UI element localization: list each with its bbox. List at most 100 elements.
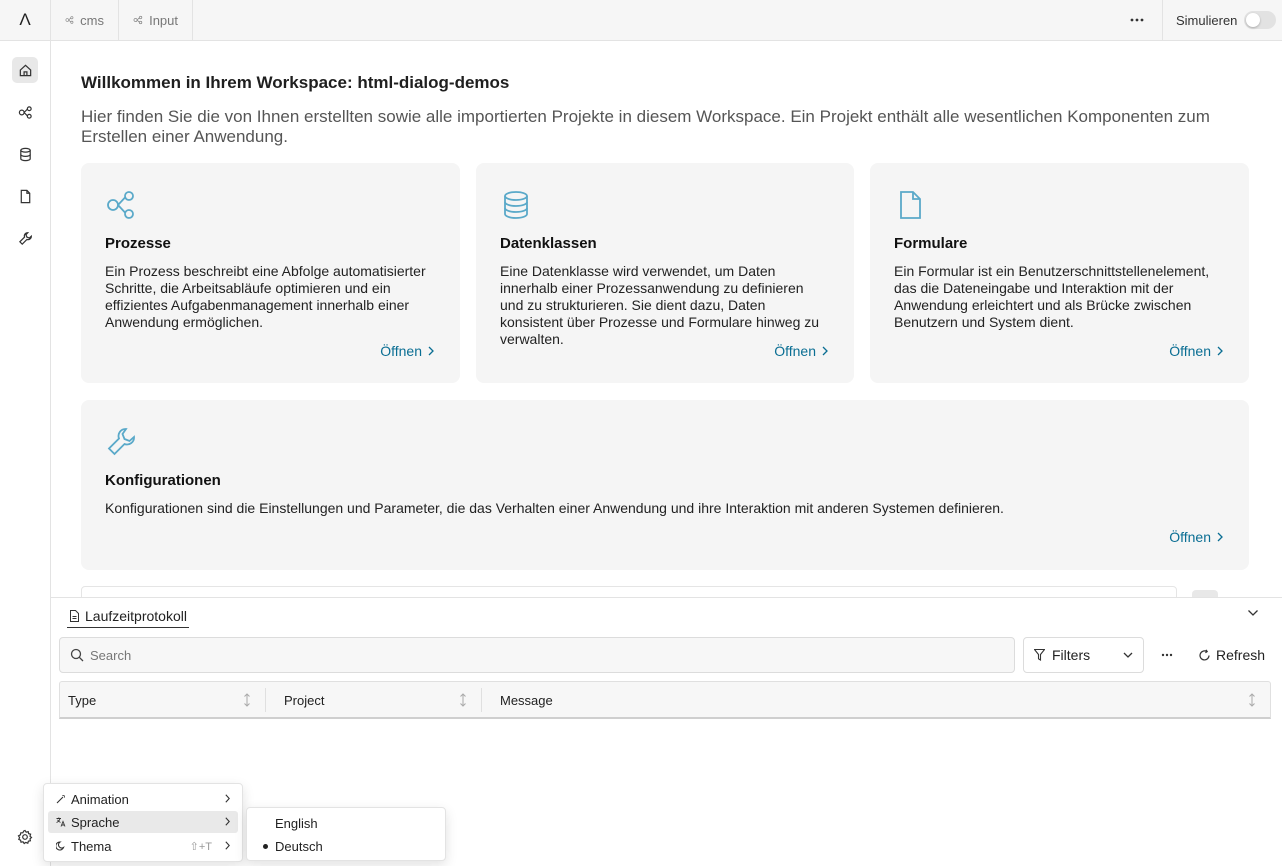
project-list-edge xyxy=(81,586,1177,597)
panel-more-button[interactable] xyxy=(1156,647,1178,663)
tab-runtime-log[interactable]: Laufzeitprotokoll xyxy=(67,604,189,628)
open-label: Öffnen xyxy=(1169,529,1211,545)
menu-item-language[interactable]: Sprache xyxy=(48,811,238,833)
flow-icon xyxy=(107,191,134,219)
option-label: English xyxy=(275,815,318,831)
flow-icon xyxy=(65,16,74,24)
toggle-knob xyxy=(1246,13,1260,27)
card-title: Formulare xyxy=(894,235,968,252)
project-list-button-edge xyxy=(1192,590,1218,597)
sort-icon xyxy=(244,693,250,707)
menu-item-label: Sprache xyxy=(71,814,120,830)
document-icon xyxy=(70,609,79,622)
open-label: Öffnen xyxy=(774,343,816,359)
flow-icon xyxy=(133,15,143,25)
card-description: Konfigurationen sind die Einstellungen u… xyxy=(105,500,1004,516)
chevron-right-icon xyxy=(1217,346,1223,356)
shortcut-hint: ⇧+T xyxy=(189,840,212,853)
refresh-label: Refresh xyxy=(1216,647,1266,663)
ellipsis-icon xyxy=(1161,653,1173,657)
search-input[interactable] xyxy=(90,647,990,663)
card-title: Prozesse xyxy=(105,235,171,252)
card-description: Ein Formular ist ein Benutzerschnittstel… xyxy=(894,263,1210,330)
gear-icon[interactable] xyxy=(17,829,33,845)
open-label: Öffnen xyxy=(1169,343,1211,359)
logo-glyph: Λ xyxy=(19,10,31,29)
chevron-down-icon xyxy=(1123,652,1133,658)
sidebar-item-home[interactable] xyxy=(12,57,38,83)
chevron-right-icon xyxy=(428,346,434,356)
tab-label: cms xyxy=(80,12,104,28)
language-option-english[interactable]: English xyxy=(251,812,441,834)
filter-icon xyxy=(1034,649,1045,661)
open-link[interactable]: Öffnen xyxy=(774,343,828,359)
more-options-button[interactable] xyxy=(1122,10,1152,30)
column-label: Type xyxy=(68,692,97,708)
card-forms: Formulare Ein Formular ist ein Benutzers… xyxy=(870,163,1249,383)
language-submenu: English Deutsch xyxy=(246,807,446,861)
wand-icon xyxy=(56,795,65,804)
search-icon xyxy=(70,648,84,662)
chevron-right-icon xyxy=(1217,532,1223,542)
tab-cms[interactable]: cms xyxy=(51,0,119,40)
card-processes: Prozesse Ein Prozess beschreibt eine Abf… xyxy=(81,163,460,383)
menu-item-label: Thema xyxy=(71,838,112,854)
file-icon xyxy=(900,191,921,219)
tab-label: Laufzeitprotokoll xyxy=(85,607,187,624)
card-configurations: Konfigurationen Konfigurationen sind die… xyxy=(81,400,1249,570)
tab-label: Input xyxy=(149,12,178,28)
sort-icon xyxy=(460,693,466,707)
language-option-deutsch[interactable]: Deutsch xyxy=(251,835,441,857)
card-title: Datenklassen xyxy=(500,235,597,252)
column-header-project[interactable]: Project xyxy=(266,688,482,712)
ellipsis-icon xyxy=(1130,18,1144,22)
sidebar-item-processes[interactable] xyxy=(12,99,38,125)
open-link[interactable]: Öffnen xyxy=(380,343,434,359)
option-label: Deutsch xyxy=(275,838,323,854)
chevron-right-icon xyxy=(225,841,230,850)
search-field xyxy=(59,637,1015,673)
column-label: Message xyxy=(500,692,553,708)
sort-icon xyxy=(1249,693,1255,707)
open-link[interactable]: Öffnen xyxy=(1169,529,1223,545)
menu-item-animation[interactable]: Animation xyxy=(48,788,238,810)
sidebar-item-configurations[interactable] xyxy=(12,225,38,251)
chevron-right-icon xyxy=(225,794,230,803)
column-label: Project xyxy=(284,692,325,708)
intro-text: Hier finden Sie die von Ihnen erstellten… xyxy=(81,107,1210,146)
simulate-toggle[interactable] xyxy=(1244,11,1276,29)
sidebar-item-forms[interactable] xyxy=(12,183,38,209)
flow-icon xyxy=(18,105,32,119)
page-title: Willkommen in Ihrem Workspace: html-dial… xyxy=(81,73,510,92)
tab-input[interactable]: Input xyxy=(119,0,193,40)
open-link[interactable]: Öffnen xyxy=(1169,343,1223,359)
refresh-icon xyxy=(1199,648,1210,661)
top-bar: Λ cms Input Simulieren xyxy=(0,0,1282,41)
column-header-type[interactable]: Type xyxy=(60,688,266,712)
wrench-icon xyxy=(107,428,135,456)
refresh-button[interactable]: Refresh xyxy=(1198,644,1265,666)
file-icon xyxy=(20,189,30,203)
translate-icon xyxy=(56,817,66,827)
wrench-icon xyxy=(18,231,32,245)
simulate-control: Simulieren xyxy=(1162,0,1282,40)
moon-icon xyxy=(56,841,65,851)
menu-item-theme[interactable]: Thema ⇧+T xyxy=(48,835,238,857)
open-label: Öffnen xyxy=(380,343,422,359)
simulate-label: Simulieren xyxy=(1176,12,1238,28)
chevron-right-icon xyxy=(822,346,828,356)
card-dataclasses: Datenklassen Eine Datenklasse wird verwe… xyxy=(476,163,854,383)
filters-label: Filters xyxy=(1052,647,1091,663)
sidebar-item-dataclasses[interactable] xyxy=(12,141,38,167)
database-icon xyxy=(19,147,31,161)
home-icon xyxy=(19,64,31,76)
app-logo[interactable]: Λ xyxy=(0,0,51,40)
chevron-right-icon xyxy=(225,817,230,826)
menu-item-label: Animation xyxy=(71,791,129,807)
column-header-message[interactable]: Message xyxy=(482,682,1270,718)
chevron-down-icon[interactable] xyxy=(1246,606,1260,620)
filters-dropdown[interactable]: Filters xyxy=(1023,637,1144,673)
card-description: Eine Datenklasse wird verwendet, um Date… xyxy=(500,263,820,347)
card-description: Ein Prozess beschreibt eine Abfolge auto… xyxy=(105,263,426,330)
database-icon xyxy=(504,191,528,219)
